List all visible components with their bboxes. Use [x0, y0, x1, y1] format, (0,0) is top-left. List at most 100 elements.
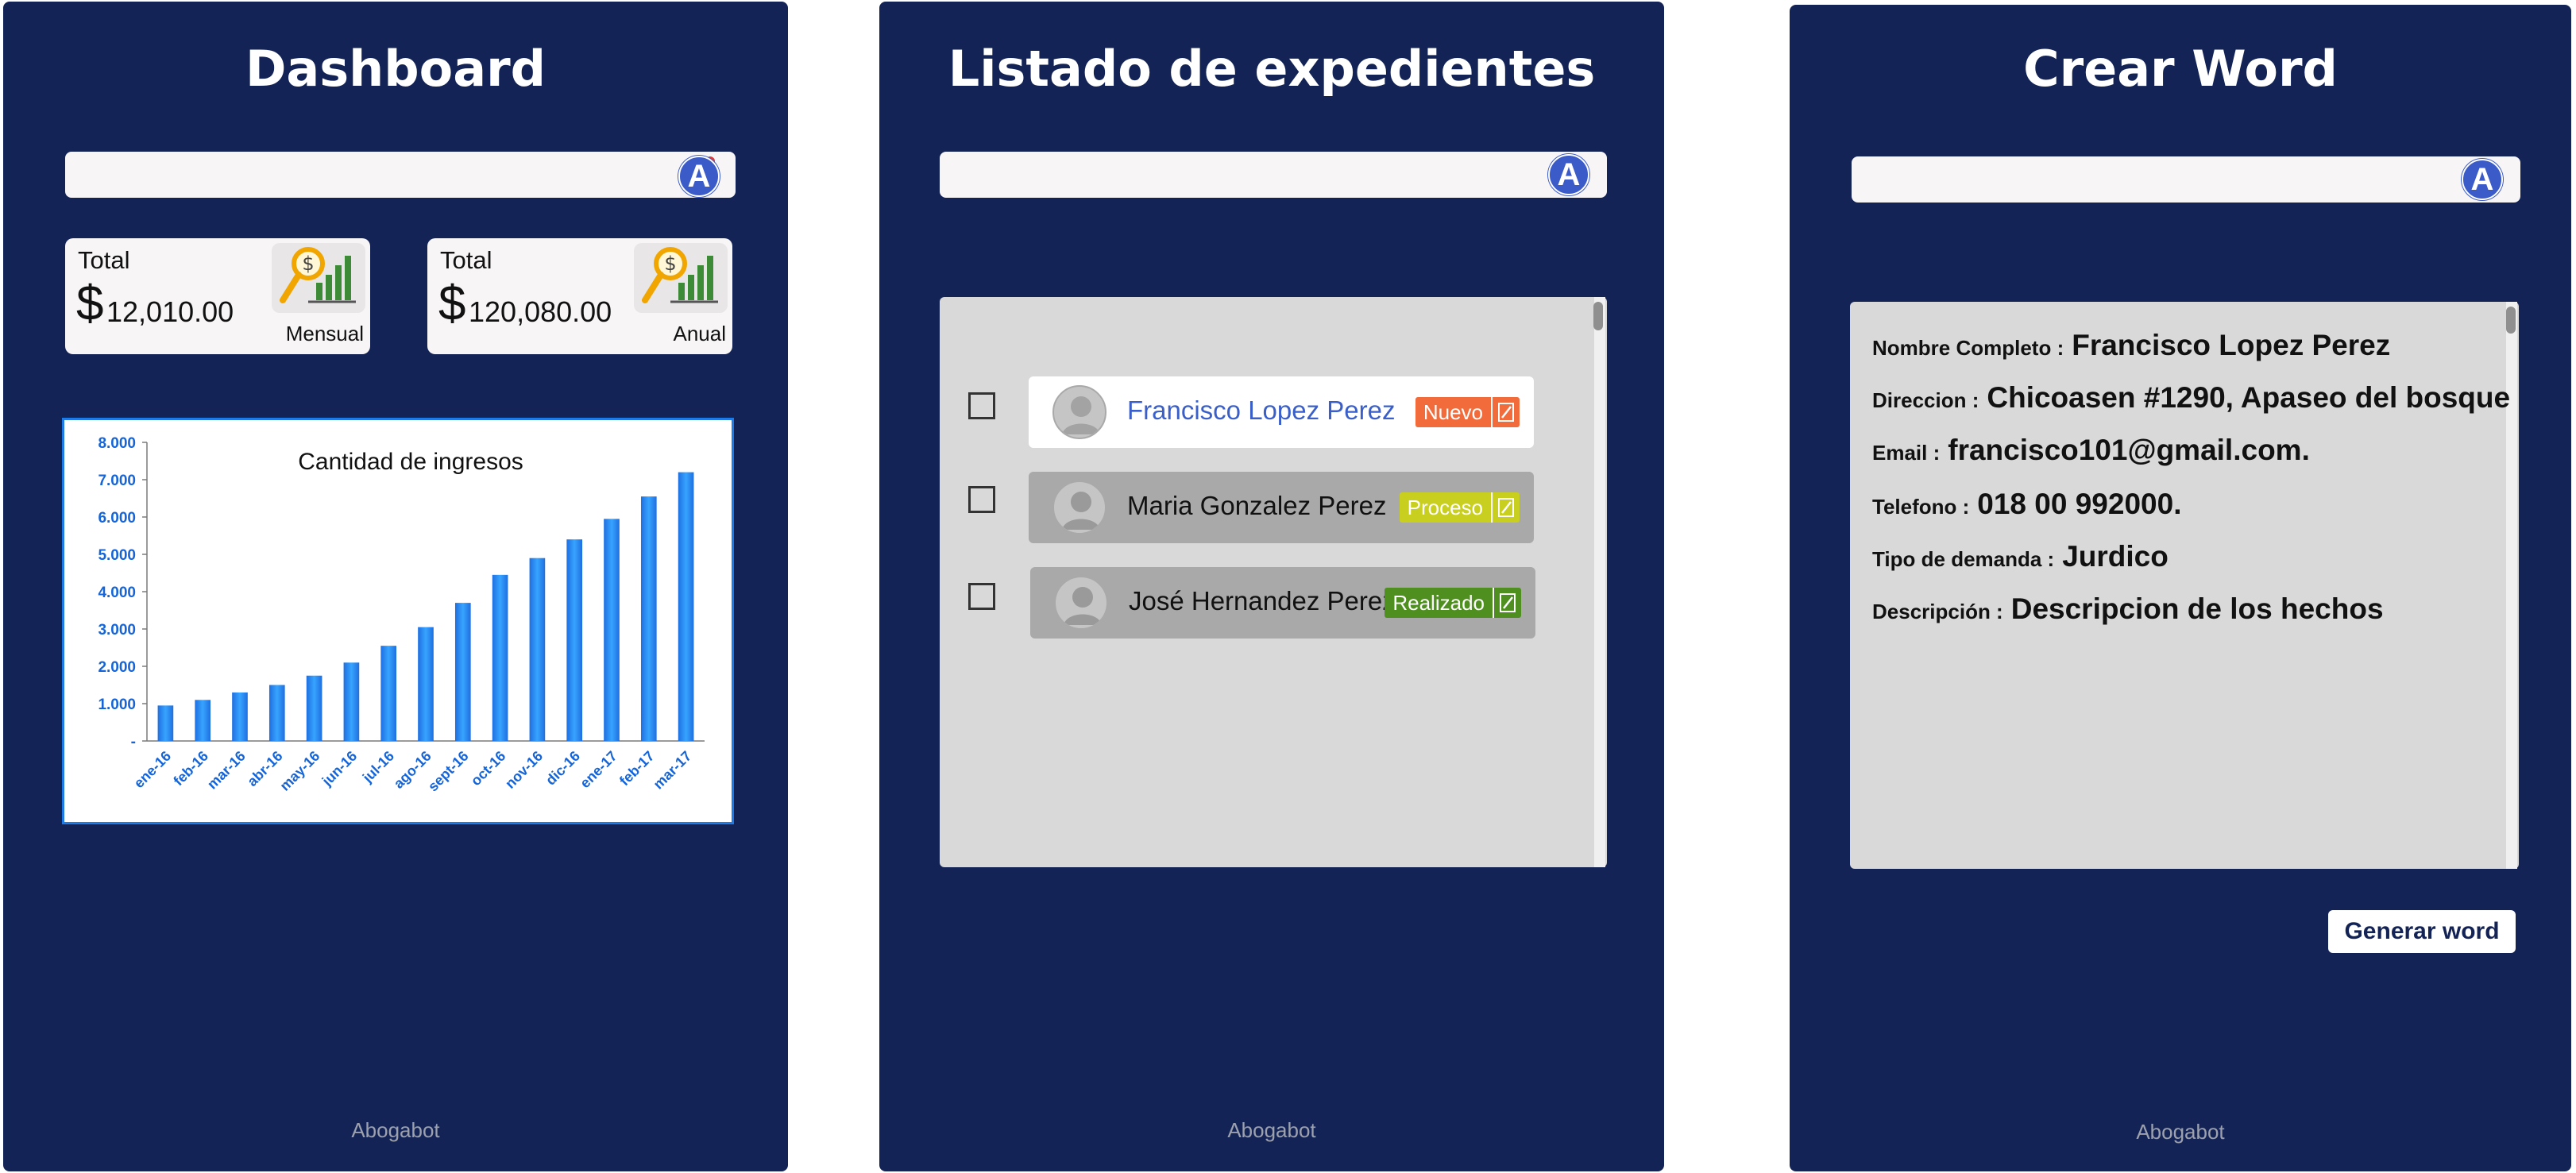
money-growth-icon: $: [272, 243, 365, 313]
field-label: Nombre Completo :: [1872, 336, 2064, 360]
footer-brand: Abogabot: [1227, 1118, 1316, 1142]
chart-bar: [380, 646, 397, 741]
y-tick-label: 8.000: [98, 435, 136, 452]
field-value[interactable]: Jurdico: [2062, 540, 2169, 573]
field-value[interactable]: 018 00 992000.: [1977, 488, 2181, 520]
search-bar[interactable]: A: [940, 152, 1607, 198]
x-tick-label: sept-16: [425, 748, 472, 795]
annual-total-card: Total $ 120,080.00 $ Anual: [427, 238, 732, 354]
list-item[interactable]: Maria Gonzalez Perez Proceso: [1029, 472, 1534, 543]
chart-title: Cantidad de ingresos: [298, 449, 523, 475]
monthly-total-card: Total $ 12,010.00 $ Mensual: [65, 238, 370, 354]
client-name[interactable]: Maria Gonzalez Perez: [1127, 491, 1386, 521]
status-badge[interactable]: Nuevo: [1415, 397, 1520, 427]
list-item[interactable]: Francisco Lopez Perez Nuevo: [1029, 376, 1534, 448]
field-value[interactable]: Chicoasen #1290, Apaseo del bosque: [1987, 381, 2510, 414]
money-growth-icon: $: [634, 243, 728, 313]
chart-bar: [492, 574, 508, 741]
scrollbar-thumb[interactable]: [1593, 302, 1603, 330]
y-tick-label: 2.000: [98, 659, 136, 676]
y-tick-label: 5.000: [98, 547, 136, 564]
currency-symbol: $: [76, 276, 104, 331]
chart-bar: [306, 675, 322, 741]
person-avatar-icon: [1052, 385, 1106, 439]
edit-pencil-icon[interactable]: [1491, 492, 1520, 523]
chart-bar: [678, 472, 694, 741]
row-checkbox[interactable]: [968, 583, 995, 610]
x-tick-label: oct-16: [468, 748, 509, 789]
status-badge[interactable]: Proceso: [1399, 492, 1520, 523]
scrollbar-track[interactable]: [1594, 297, 1605, 867]
income-chart: Cantidad de ingresos - 1.000 2.000 3.000 4.0…: [62, 418, 734, 824]
field-description: Descripción : Descripcion de los hechos: [1872, 592, 2384, 626]
user-avatar-icon[interactable]: A: [1548, 154, 1589, 195]
generate-word-button[interactable]: Generar word: [2328, 910, 2516, 953]
x-tick-label: jun-16: [319, 748, 360, 789]
chart-bar: [529, 558, 546, 741]
field-label: Email :: [1872, 441, 1941, 465]
y-tick-label: -: [131, 734, 136, 750]
card-period: Anual: [673, 322, 727, 345]
card-amount: 12,010.00: [106, 295, 234, 328]
x-tick-label: nov-16: [502, 748, 546, 792]
listing-screen: Listado de expedientes A Francisco Lopez…: [879, 2, 1664, 1171]
footer-brand: Abogabot: [351, 1118, 440, 1142]
client-name[interactable]: José Hernandez Perez: [1129, 586, 1396, 616]
person-avatar-icon: [1052, 480, 1106, 534]
svg-text:$: $: [664, 253, 676, 275]
footer-brand: Abogabot: [2136, 1120, 2225, 1144]
x-tick-label: ene-17: [577, 748, 620, 791]
client-name[interactable]: Francisco Lopez Perez: [1127, 396, 1396, 426]
status-label: Realizado: [1392, 590, 1485, 615]
field-address: Direccion : Chicoasen #1290, Apaseo del b…: [1872, 381, 2510, 415]
y-tick-label: 3.000: [98, 622, 136, 639]
page-title: Dashboard: [245, 40, 546, 98]
user-avatar-icon[interactable]: A: [2462, 159, 2503, 200]
card-label: Total: [78, 246, 130, 274]
edit-pencil-icon[interactable]: [1491, 397, 1520, 427]
user-avatar-icon[interactable]: A: [678, 156, 720, 197]
x-tick-label: may-16: [276, 748, 322, 794]
currency-symbol: $: [438, 276, 466, 331]
create-word-screen: Crear Word A Nombre Completo : Francisco …: [1790, 5, 2571, 1171]
page-title: Listado de expedientes: [948, 40, 1596, 98]
dashboard-screen: Dashboard A Total $ 12,010.00 $ Mensual: [3, 2, 788, 1171]
y-tick-label: 4.000: [98, 585, 136, 601]
svg-text:$: $: [302, 253, 314, 275]
x-tick-label: mar-16: [204, 748, 249, 793]
y-tick-label: 7.000: [98, 473, 136, 489]
field-phone: Telefono : 018 00 992000.: [1872, 488, 2181, 521]
edit-pencil-icon[interactable]: [1493, 588, 1521, 618]
field-value[interactable]: Descripcion de los hechos: [2011, 592, 2384, 625]
y-tick-label: 1.000: [98, 696, 136, 713]
card-amount: 120,080.00: [469, 295, 612, 328]
scrollbar-thumb[interactable]: [2506, 307, 2516, 334]
field-email: Email : francisco101@gmail.com.: [1872, 434, 2310, 467]
chart-bar: [566, 539, 583, 741]
row-checkbox[interactable]: [968, 486, 995, 513]
chart-bar: [454, 603, 471, 741]
list-item[interactable]: José Hernandez Perez Realizado: [1030, 567, 1535, 639]
chart-bar: [604, 519, 620, 741]
row-checkbox[interactable]: [968, 392, 995, 419]
chart-bar: [343, 662, 360, 741]
person-avatar-icon: [1054, 576, 1108, 630]
x-tick-label: dic-16: [543, 748, 583, 789]
field-value[interactable]: Francisco Lopez Perez: [2072, 329, 2390, 361]
field-value[interactable]: francisco101@gmail.com.: [1948, 434, 2310, 466]
chart-bar: [232, 692, 248, 741]
y-tick-label: 6.000: [98, 510, 136, 527]
card-label: Total: [440, 246, 492, 274]
x-tick-label: ene-16: [131, 748, 174, 791]
search-bar[interactable]: A: [65, 152, 736, 198]
x-tick-label: mar-17: [651, 748, 695, 793]
field-full-name: Nombre Completo : Francisco Lopez Perez: [1872, 329, 2390, 362]
field-label: Direccion :: [1872, 388, 1979, 412]
status-badge[interactable]: Realizado: [1385, 588, 1521, 618]
status-label: Nuevo: [1423, 399, 1483, 424]
chart-bar: [418, 627, 434, 741]
search-bar[interactable]: A: [1852, 156, 2520, 203]
case-detail-form: Nombre Completo : Francisco Lopez Perez D…: [1850, 302, 2519, 869]
page-title: Crear Word: [2023, 40, 2338, 98]
case-list: Francisco Lopez Perez Nuevo Maria Gonzal…: [940, 297, 1607, 867]
